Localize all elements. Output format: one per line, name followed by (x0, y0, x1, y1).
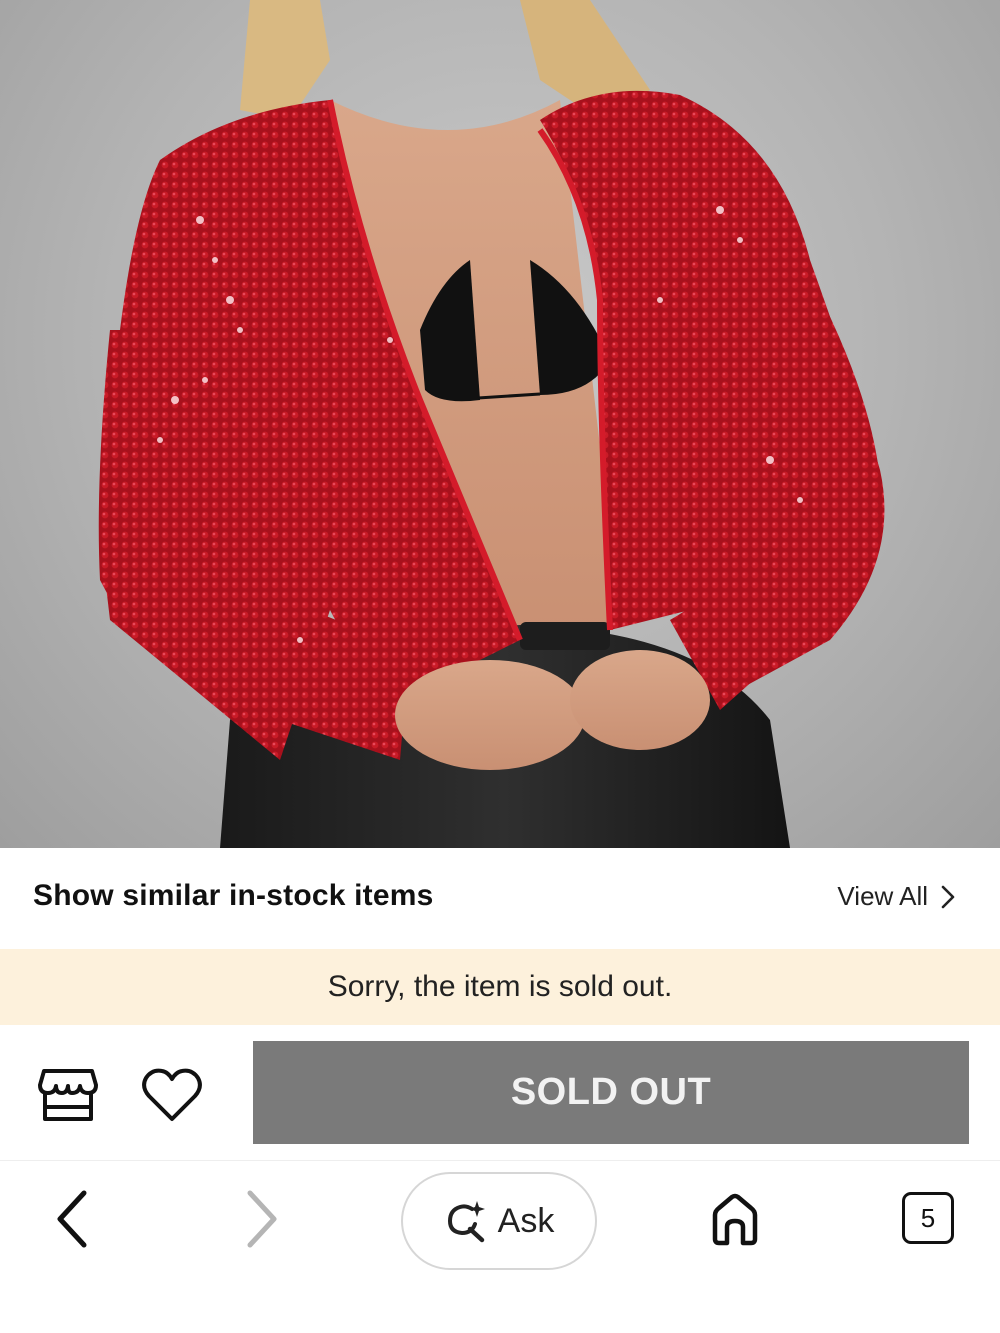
sold-out-notice-text: Sorry, the item is sold out. (327, 970, 673, 1003)
store-icon (38, 1069, 98, 1121)
home-icon (712, 1193, 758, 1246)
forward-button[interactable] (238, 1187, 288, 1251)
sparkle-search-icon (447, 1201, 485, 1243)
view-all-link[interactable]: View All (837, 881, 956, 912)
sold-out-button[interactable]: SOLD OUT (253, 1041, 969, 1144)
similar-items-row: Show similar in-stock items View All (0, 848, 1000, 948)
wishlist-button[interactable] (141, 1067, 203, 1125)
store-button[interactable] (36, 1065, 100, 1125)
chevron-left-icon (57, 1190, 87, 1248)
similar-items-title: Show similar in-stock items (33, 879, 434, 912)
chevron-right-icon (247, 1190, 277, 1248)
chevron-right-icon (941, 885, 955, 908)
product-page: Show similar in-stock items View All Sor… (0, 0, 1000, 1333)
browser-bottom-nav: Ask 5 (0, 1160, 1000, 1333)
home-button[interactable] (708, 1191, 762, 1247)
ask-label: Ask (497, 1201, 555, 1240)
product-action-bar: SOLD OUT (0, 1025, 1000, 1159)
tabs-button[interactable]: 5 (902, 1192, 954, 1244)
heart-icon (142, 1068, 202, 1121)
product-image[interactable] (0, 0, 1000, 848)
view-all-label: View All (837, 881, 928, 911)
ask-button[interactable]: Ask (401, 1172, 597, 1270)
back-button[interactable] (48, 1187, 98, 1251)
product-photo-illustration (98, 0, 885, 848)
sold-out-notice: Sorry, the item is sold out. (0, 949, 1000, 1025)
